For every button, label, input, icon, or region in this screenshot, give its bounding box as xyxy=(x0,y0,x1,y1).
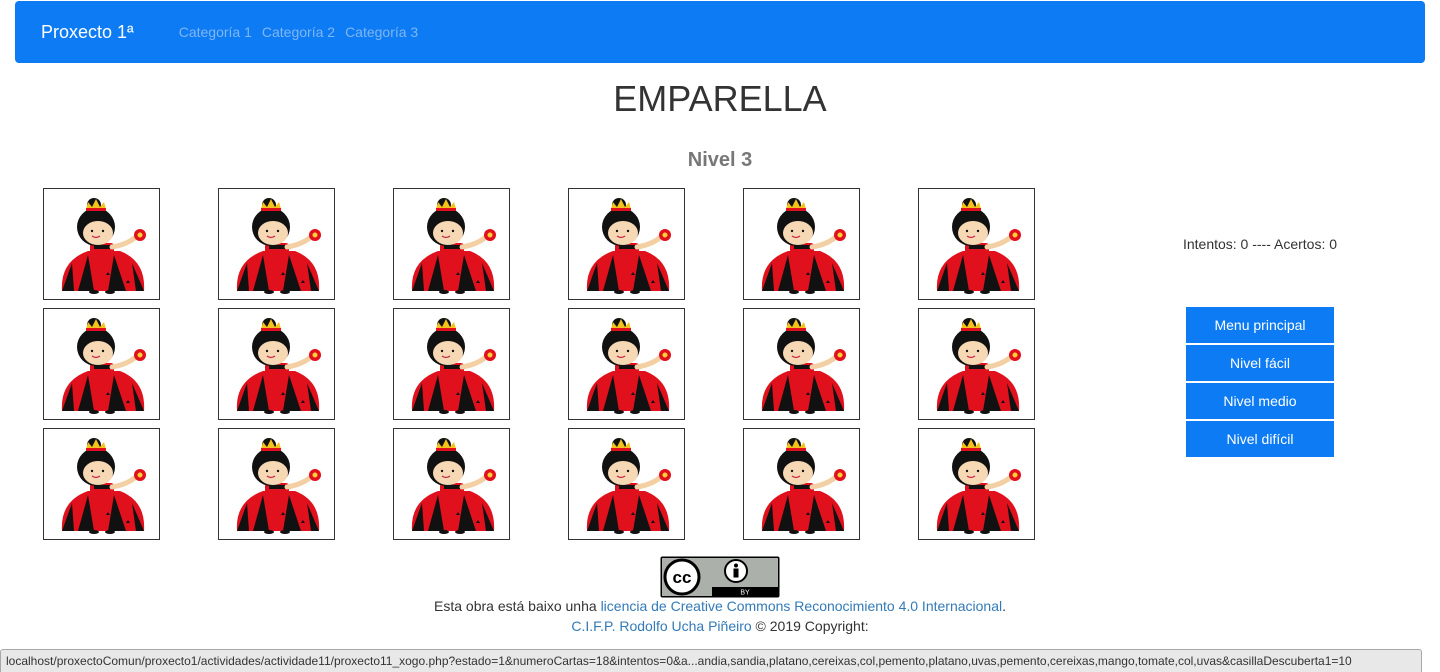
memory-card[interactable] xyxy=(568,308,685,420)
page-title: EMPARELLA xyxy=(613,78,827,119)
credit-link[interactable]: C.I.F.P. Rodolfo Ucha Piñeiro xyxy=(571,618,751,634)
queen-card-back-icon xyxy=(223,431,331,537)
by-label: BY xyxy=(740,590,750,597)
card-grid xyxy=(43,188,1035,540)
copyright-text: © 2019 Copyright: xyxy=(751,618,869,634)
creative-commons-badge[interactable]: cc BY xyxy=(660,556,780,598)
level-menu: Menu principal Nivel fácil Nivel medio N… xyxy=(1186,307,1334,457)
medium-level-button[interactable]: Nivel medio xyxy=(1186,383,1334,419)
memory-card[interactable] xyxy=(218,428,335,540)
queen-card-back-icon xyxy=(573,311,681,417)
cc-logo-text: cc xyxy=(673,568,692,587)
memory-card[interactable] xyxy=(43,428,160,540)
nav-link-categoria-3[interactable]: Categoría 3 xyxy=(345,24,418,40)
memory-card[interactable] xyxy=(743,308,860,420)
license-suffix: . xyxy=(1002,598,1006,614)
memory-card[interactable] xyxy=(393,188,510,300)
queen-card-back-icon xyxy=(748,311,856,417)
queen-card-back-icon xyxy=(223,191,331,297)
navbar-brand[interactable]: Proxecto 1ª xyxy=(41,22,134,43)
queen-card-back-icon xyxy=(398,431,506,537)
queen-card-back-icon xyxy=(748,431,856,537)
navbar-links: Categoría 1 Categoría 2 Categoría 3 xyxy=(179,24,419,40)
easy-level-button[interactable]: Nivel fácil xyxy=(1186,345,1334,381)
level-title: Nivel 3 xyxy=(687,149,753,171)
score-display: Intentos: 0 ---- Acertos: 0 xyxy=(1182,236,1338,252)
main-menu-button[interactable]: Menu principal xyxy=(1186,307,1334,343)
memory-card[interactable] xyxy=(568,188,685,300)
memory-card[interactable] xyxy=(743,428,860,540)
queen-card-back-icon xyxy=(48,431,156,537)
memory-card[interactable] xyxy=(43,308,160,420)
memory-card[interactable] xyxy=(218,308,335,420)
memory-card[interactable] xyxy=(918,188,1035,300)
credit-text: C.I.F.P. Rodolfo Ucha Piñeiro © 2019 Cop… xyxy=(0,618,1440,634)
license-prefix: Esta obra está baixo unha xyxy=(434,598,601,614)
browser-status-bar: localhost/proxectoComun/proxecto1/activi… xyxy=(0,649,1422,672)
queen-card-back-icon xyxy=(223,311,331,417)
queen-card-back-icon xyxy=(923,191,1031,297)
queen-card-back-icon xyxy=(398,311,506,417)
memory-card[interactable] xyxy=(568,428,685,540)
hard-level-button[interactable]: Nivel difícil xyxy=(1186,421,1334,457)
top-navbar: Proxecto 1ª Categoría 1 Categoría 2 Cate… xyxy=(15,1,1425,63)
queen-card-back-icon xyxy=(48,191,156,297)
license-link[interactable]: licencia de Creative Commons Reconocimie… xyxy=(601,598,1003,614)
memory-card[interactable] xyxy=(743,188,860,300)
memory-card[interactable] xyxy=(218,188,335,300)
nav-link-categoria-2[interactable]: Categoría 2 xyxy=(262,24,335,40)
queen-card-back-icon xyxy=(748,191,856,297)
memory-card[interactable] xyxy=(918,308,1035,420)
queen-card-back-icon xyxy=(573,191,681,297)
queen-card-back-icon xyxy=(398,191,506,297)
memory-card[interactable] xyxy=(43,188,160,300)
queen-card-back-icon xyxy=(573,431,681,537)
memory-card[interactable] xyxy=(393,308,510,420)
memory-card[interactable] xyxy=(918,428,1035,540)
memory-card[interactable] xyxy=(393,428,510,540)
license-text: Esta obra está baixo unha licencia de Cr… xyxy=(0,598,1440,614)
queen-card-back-icon xyxy=(48,311,156,417)
queen-card-back-icon xyxy=(923,431,1031,537)
queen-card-back-icon xyxy=(923,311,1031,417)
nav-link-categoria-1[interactable]: Categoría 1 xyxy=(179,24,252,40)
